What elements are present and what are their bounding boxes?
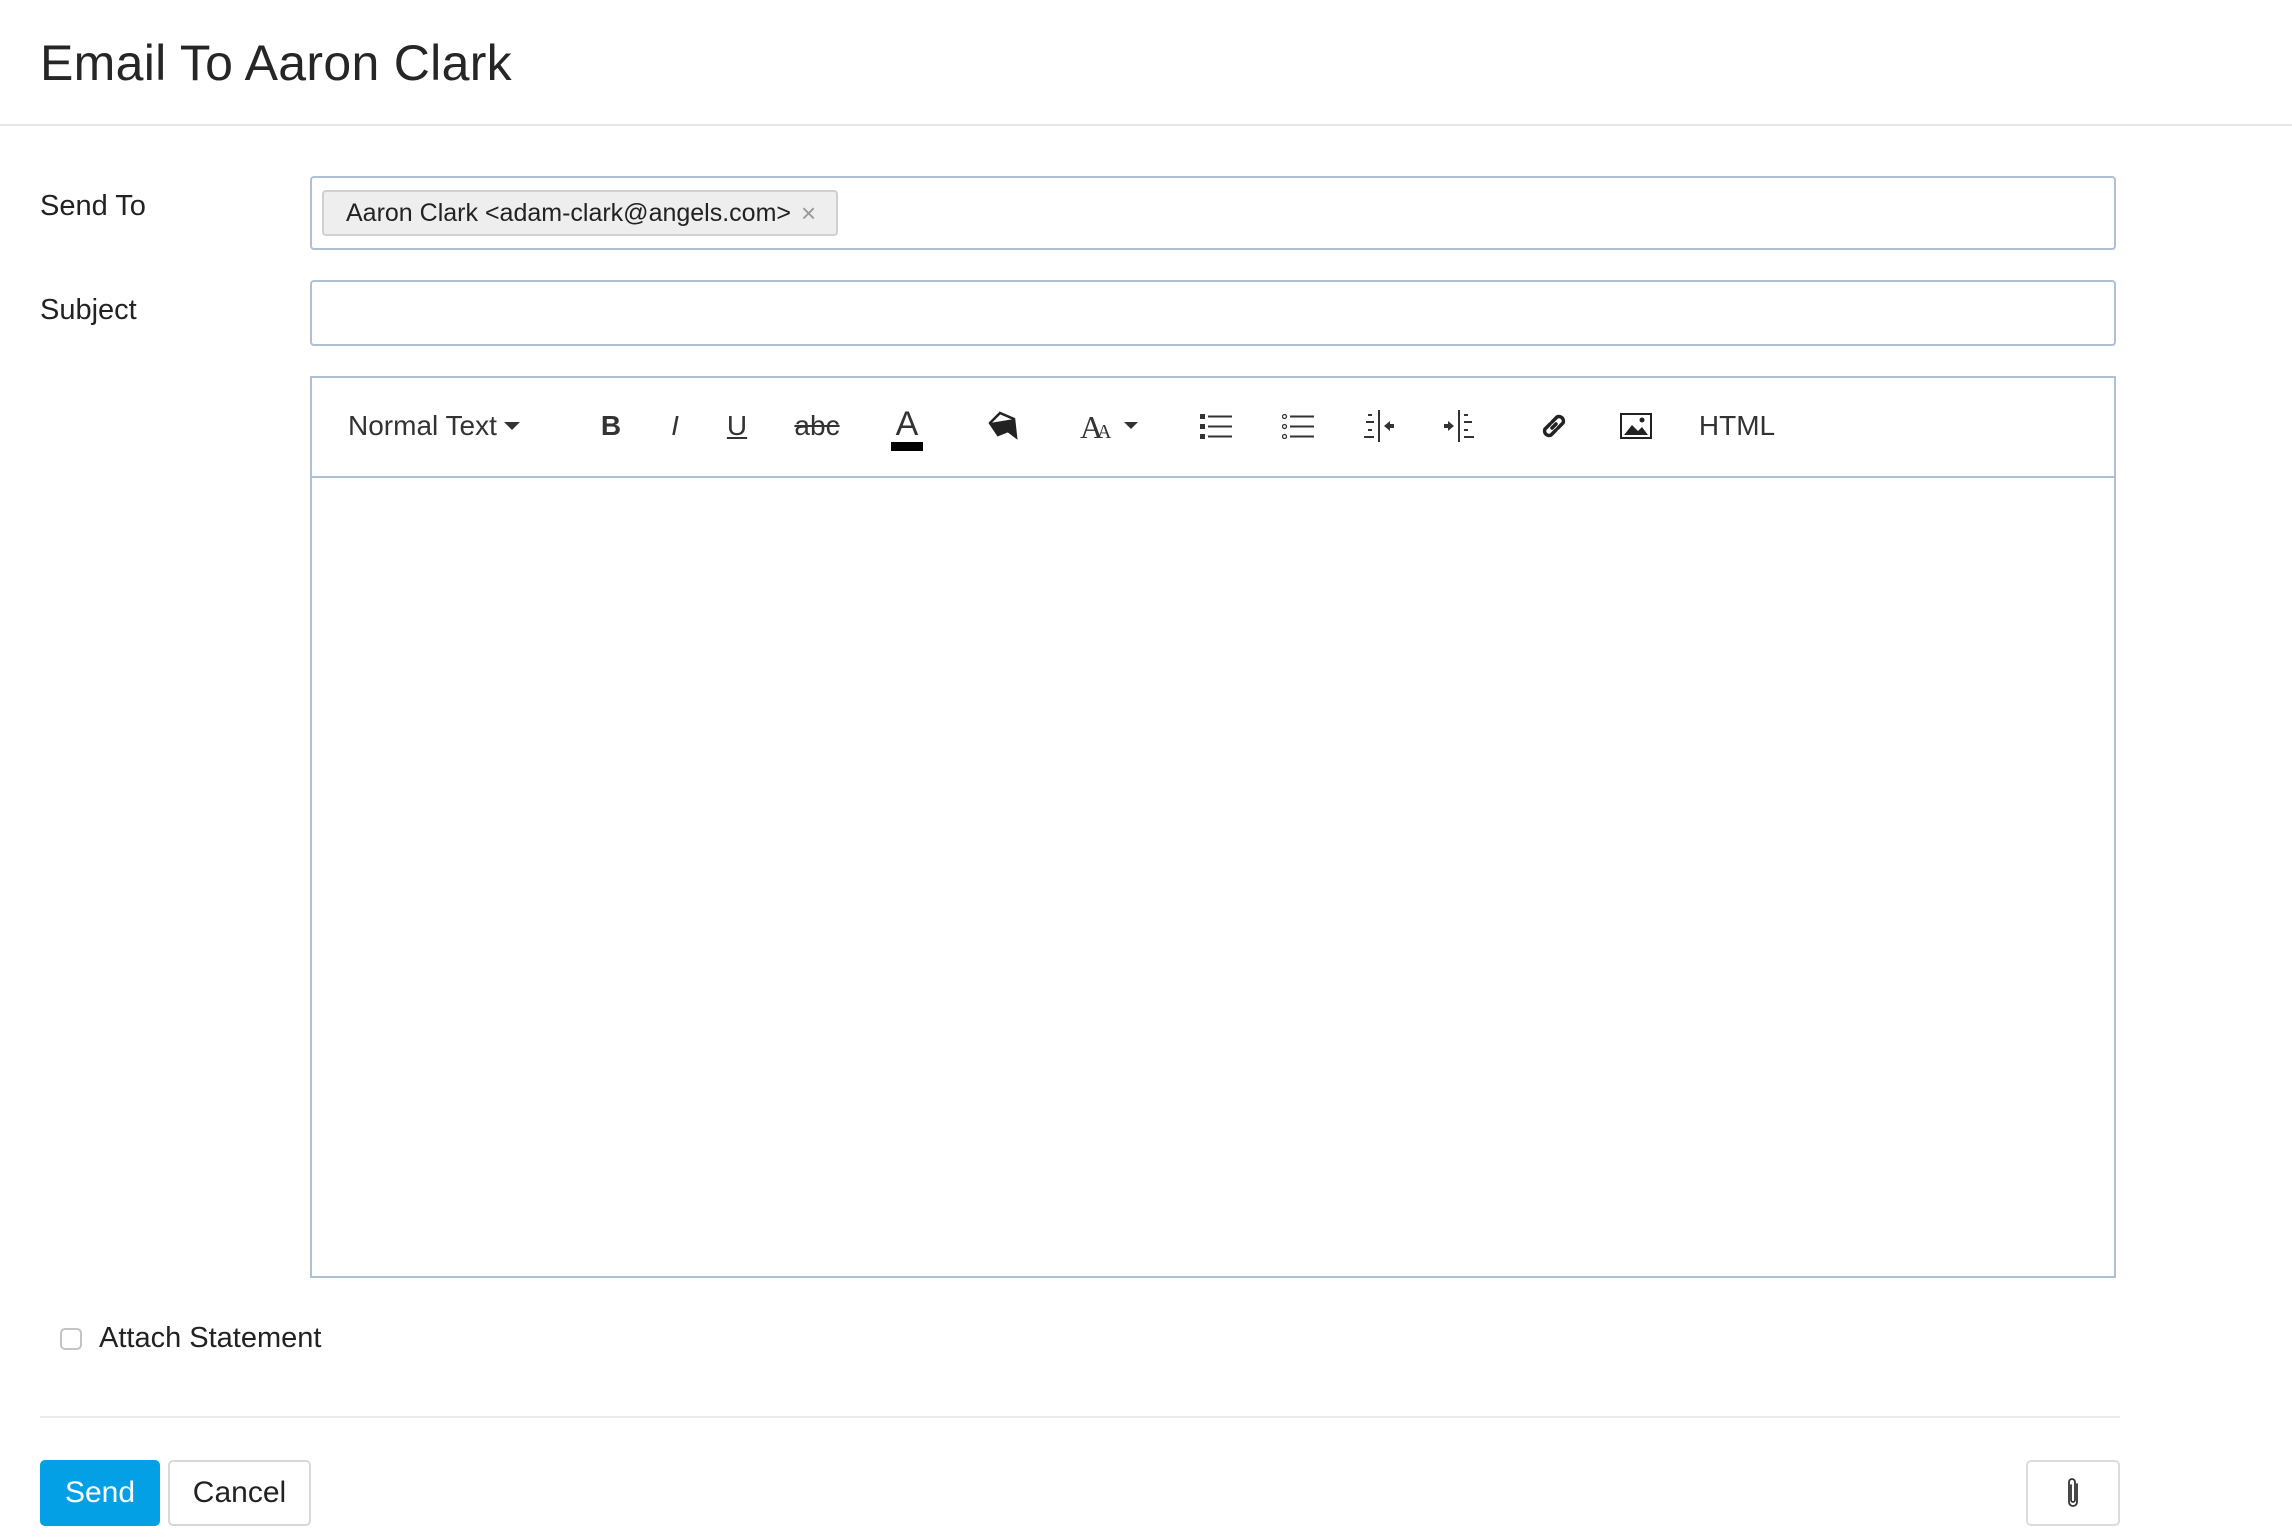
format-select-label: Normal Text	[348, 410, 497, 441]
attach-file-button[interactable]	[2026, 1460, 2120, 1526]
ordered-list-icon	[1200, 414, 1232, 439]
italic-icon: I	[671, 410, 679, 441]
html-mode-button[interactable]: HTML	[1692, 378, 1782, 474]
attach-statement-checkbox[interactable]	[60, 1327, 82, 1350]
subject-input[interactable]	[312, 282, 2114, 344]
ordered-list-button[interactable]	[1188, 378, 1244, 474]
image-button[interactable]	[1608, 378, 1664, 474]
font-color-swatch	[891, 442, 923, 451]
remove-recipient-icon[interactable]: ×	[801, 198, 816, 229]
chevron-down-icon	[503, 422, 520, 430]
background-color-button[interactable]	[978, 378, 1028, 474]
background-color-icon	[988, 411, 1018, 440]
font-size-icon: AA	[1080, 410, 1138, 442]
image-icon	[1620, 413, 1652, 439]
format-select[interactable]: Normal Text	[348, 378, 521, 474]
send-to-label: Send To	[40, 190, 146, 222]
subject-field-wrapper	[310, 280, 2116, 346]
recipient-token: Aaron Clark <adam-clark@angels.com> ×	[322, 190, 839, 236]
link-icon	[1542, 414, 1566, 438]
bold-button[interactable]: B	[584, 378, 638, 474]
paperclip-icon	[2068, 1478, 2078, 1507]
footer-divider	[40, 1416, 2120, 1418]
subject-label: Subject	[40, 294, 137, 326]
underline-icon: U	[726, 410, 748, 441]
unordered-list-button[interactable]	[1270, 378, 1326, 474]
underline-button[interactable]: U	[710, 378, 764, 474]
italic-button[interactable]: I	[648, 378, 702, 474]
indent-icon	[1444, 410, 1474, 442]
font-color-button[interactable]: A	[882, 378, 932, 474]
attach-statement-label[interactable]: Attach Statement	[99, 1322, 321, 1355]
strikethrough-button[interactable]: abc	[782, 378, 852, 474]
font-color-icon: A	[895, 405, 919, 443]
send-to-field[interactable]: Aaron Clark <adam-clark@angels.com> ×	[310, 176, 2116, 250]
editor-body[interactable]	[312, 478, 2114, 1276]
rich-text-editor: Normal Text B I U abc A AA HTML	[310, 376, 2116, 1278]
link-button[interactable]	[1526, 378, 1582, 474]
font-size-button[interactable]: AA	[1070, 378, 1150, 474]
outdent-button[interactable]	[1352, 378, 1408, 474]
send-button[interactable]: Send	[40, 1460, 160, 1526]
cancel-button[interactable]: Cancel	[168, 1460, 311, 1526]
editor-toolbar: Normal Text B I U abc A AA HTML	[312, 378, 2114, 478]
svg-text:A: A	[1097, 421, 1112, 442]
outdent-icon	[1364, 410, 1394, 442]
html-mode-label: HTML	[1698, 410, 1776, 441]
attach-statement-row: Attach Statement	[60, 1322, 321, 1355]
dialog-header: Email To Aaron Clark	[0, 0, 2292, 126]
dialog-title: Email To Aaron Clark	[40, 35, 512, 91]
indent-button[interactable]	[1432, 378, 1488, 474]
recipient-text: Aaron Clark <adam-clark@angels.com>	[346, 198, 792, 227]
bold-icon: B	[600, 410, 622, 441]
strikethrough-icon: abc	[794, 410, 840, 441]
unordered-list-icon	[1282, 413, 1314, 439]
